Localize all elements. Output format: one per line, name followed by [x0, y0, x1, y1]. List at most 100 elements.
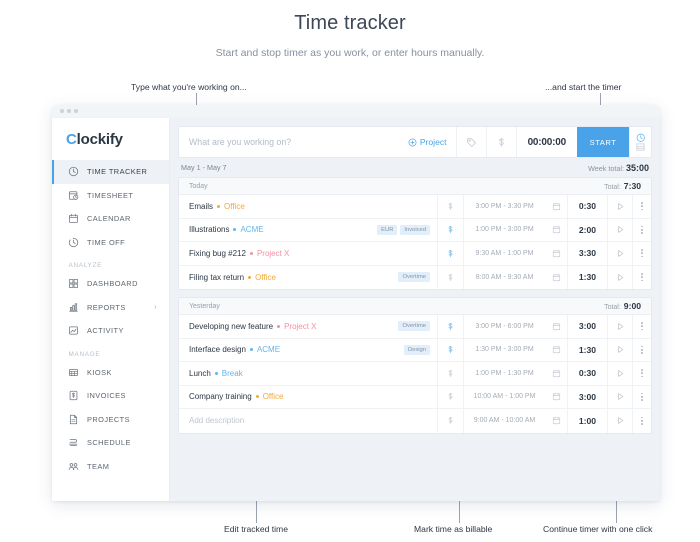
- play-icon[interactable]: [607, 195, 632, 218]
- play-icon[interactable]: [607, 362, 632, 385]
- entry-time-range[interactable]: 9:00 AM - 10:00 AM: [463, 409, 545, 433]
- billable-icon-on[interactable]: [437, 338, 463, 361]
- tag-badge[interactable]: Invoiced: [400, 224, 430, 235]
- row-menu-button[interactable]: [632, 362, 651, 385]
- row-menu-button[interactable]: [632, 218, 651, 241]
- entry-time-range[interactable]: 1:00 PM - 3:00 PM: [463, 218, 545, 241]
- billable-icon-on[interactable]: [437, 242, 463, 265]
- entry-description-cell[interactable]: Lunch Break: [179, 362, 430, 385]
- calendar-icon[interactable]: [545, 362, 567, 385]
- sidebar-item-projects[interactable]: PROJECTS: [52, 408, 169, 432]
- entry-description-cell[interactable]: Filing tax return Office: [179, 266, 398, 290]
- play-icon[interactable]: [607, 385, 632, 408]
- tag-badge[interactable]: Overtime: [398, 321, 430, 332]
- table-row[interactable]: Lunch Break 1:00 PM - 1:30 PM 0:30: [179, 362, 651, 386]
- play-icon[interactable]: [607, 218, 632, 241]
- timer-description-input[interactable]: What are you working on?: [179, 127, 399, 157]
- billable-icon-on[interactable]: [437, 218, 463, 241]
- sidebar-item-kiosk[interactable]: KIOSK: [52, 361, 169, 385]
- row-menu-button[interactable]: [632, 195, 651, 218]
- entry-time-range[interactable]: 1:30 PM - 3:00 PM: [463, 338, 545, 361]
- row-menu-button[interactable]: [632, 265, 651, 289]
- table-row[interactable]: Interface design ACME Design 1:30 PM - 3…: [179, 338, 651, 362]
- add-project-button[interactable]: Project: [399, 127, 456, 157]
- entry-duration[interactable]: 0:30: [567, 362, 607, 385]
- entry-duration[interactable]: 3:00: [567, 315, 607, 338]
- play-icon[interactable]: [607, 265, 632, 289]
- calendar-icon[interactable]: [545, 409, 567, 433]
- row-menu-button[interactable]: [632, 242, 651, 265]
- play-icon[interactable]: [607, 409, 632, 433]
- entry-time-range[interactable]: 9:30 AM - 1:00 PM: [463, 242, 545, 265]
- entry-duration[interactable]: 1:30: [567, 265, 607, 289]
- entry-duration[interactable]: 1:00: [567, 409, 607, 433]
- sidebar-item-time-tracker[interactable]: TIME TRACKER: [52, 160, 169, 184]
- sidebar-item-invoices[interactable]: INVOICES: [52, 384, 169, 408]
- entry-duration[interactable]: 2:00: [567, 218, 607, 241]
- add-tag-button[interactable]: [455, 127, 486, 157]
- sidebar-item-reports[interactable]: REPORTS ›: [52, 296, 169, 320]
- tag-badge[interactable]: Overtime: [398, 272, 430, 283]
- calendar-icon[interactable]: [545, 339, 567, 362]
- billable-icon-on[interactable]: [437, 315, 463, 338]
- sidebar-item-time-off[interactable]: TIME OFF: [52, 231, 169, 255]
- table-row[interactable]: Add description 9:00 AM - 10:00 AM 1:00: [179, 409, 651, 433]
- calendar-icon[interactable]: [545, 315, 567, 338]
- row-menu-button[interactable]: [632, 385, 651, 408]
- entry-description-cell[interactable]: Add description: [179, 409, 430, 433]
- sidebar-item-team[interactable]: TEAM: [52, 455, 169, 479]
- entry-duration[interactable]: 0:30: [567, 195, 607, 218]
- billable-icon-off[interactable]: [437, 409, 463, 433]
- calendar-icon[interactable]: [545, 195, 567, 218]
- entry-description-cell[interactable]: Fixing bug #212 Project X: [179, 242, 430, 265]
- table-row[interactable]: Illustrations ACME EUR Invoiced 1:00 PM …: [179, 218, 651, 242]
- sidebar-item-activity[interactable]: ACTIVITY: [52, 319, 169, 343]
- tag-badge[interactable]: EUR: [377, 224, 398, 235]
- row-menu-button[interactable]: [632, 315, 651, 338]
- billable-icon-off[interactable]: [437, 362, 463, 385]
- entry-description-cell[interactable]: Illustrations ACME: [179, 219, 377, 242]
- entry-time-range[interactable]: 1:00 PM - 1:30 PM: [463, 362, 545, 385]
- tag-badge[interactable]: Design: [403, 344, 430, 355]
- table-row[interactable]: Company training Office 10:00 AM - 1:00 …: [179, 385, 651, 409]
- entry-duration[interactable]: 3:30: [567, 242, 607, 265]
- billable-icon-off[interactable]: [437, 385, 463, 408]
- calendar-icon[interactable]: [545, 386, 567, 409]
- sidebar-item-dashboard[interactable]: DASHBOARD: [52, 272, 169, 296]
- entry-description-cell[interactable]: Company training Office: [179, 386, 430, 409]
- billable-icon-off[interactable]: [437, 195, 463, 218]
- window-dot-maximize[interactable]: [74, 109, 78, 113]
- start-button[interactable]: START: [577, 127, 629, 157]
- sidebar-item-schedule[interactable]: SCHEDULE: [52, 431, 169, 455]
- play-icon[interactable]: [607, 242, 632, 265]
- clockify-logo[interactable]: Clockify: [52, 118, 169, 160]
- calendar-icon[interactable]: [545, 266, 567, 290]
- entry-duration[interactable]: 3:00: [567, 385, 607, 408]
- row-menu-button[interactable]: [632, 338, 651, 361]
- billable-icon-off[interactable]: [437, 265, 463, 289]
- entry-time-range[interactable]: 3:00 PM - 6:00 PM: [463, 315, 545, 338]
- entry-description-cell[interactable]: Interface design ACME: [179, 339, 404, 362]
- app-window: Clockify TIME TRACKER TIMESHEET CALENDAR: [52, 105, 660, 501]
- entry-description-cell[interactable]: Emails Office: [179, 195, 430, 218]
- timer-mode-toggle[interactable]: [629, 127, 651, 157]
- table-row[interactable]: Emails Office 3:00 PM - 3:30 PM 0:30: [179, 195, 651, 219]
- play-icon[interactable]: [607, 338, 632, 361]
- entry-description-cell[interactable]: Developing new feature Project X: [179, 315, 398, 338]
- entry-duration[interactable]: 1:30: [567, 338, 607, 361]
- billable-toggle-button[interactable]: [485, 127, 516, 157]
- table-row[interactable]: Fixing bug #212 Project X 9:30 AM - 1:00…: [179, 242, 651, 266]
- table-row[interactable]: Filing tax return Office Overtime 8:00 A…: [179, 265, 651, 290]
- sidebar-item-timesheet[interactable]: TIMESHEET: [52, 184, 169, 208]
- table-row[interactable]: Developing new feature Project X Overtim…: [179, 315, 651, 339]
- sidebar-item-calendar[interactable]: CALENDAR: [52, 207, 169, 231]
- play-icon[interactable]: [607, 315, 632, 338]
- row-menu-button[interactable]: [632, 409, 651, 433]
- calendar-icon[interactable]: [545, 219, 567, 242]
- entry-time-range[interactable]: 3:00 PM - 3:30 PM: [463, 195, 545, 218]
- entry-time-range[interactable]: 8:00 AM - 9:30 AM: [463, 265, 545, 289]
- window-dot-minimize[interactable]: [67, 109, 71, 113]
- entry-time-range[interactable]: 10:00 AM - 1:00 PM: [463, 385, 545, 408]
- window-dot-close[interactable]: [60, 109, 64, 113]
- calendar-icon[interactable]: [545, 242, 567, 265]
